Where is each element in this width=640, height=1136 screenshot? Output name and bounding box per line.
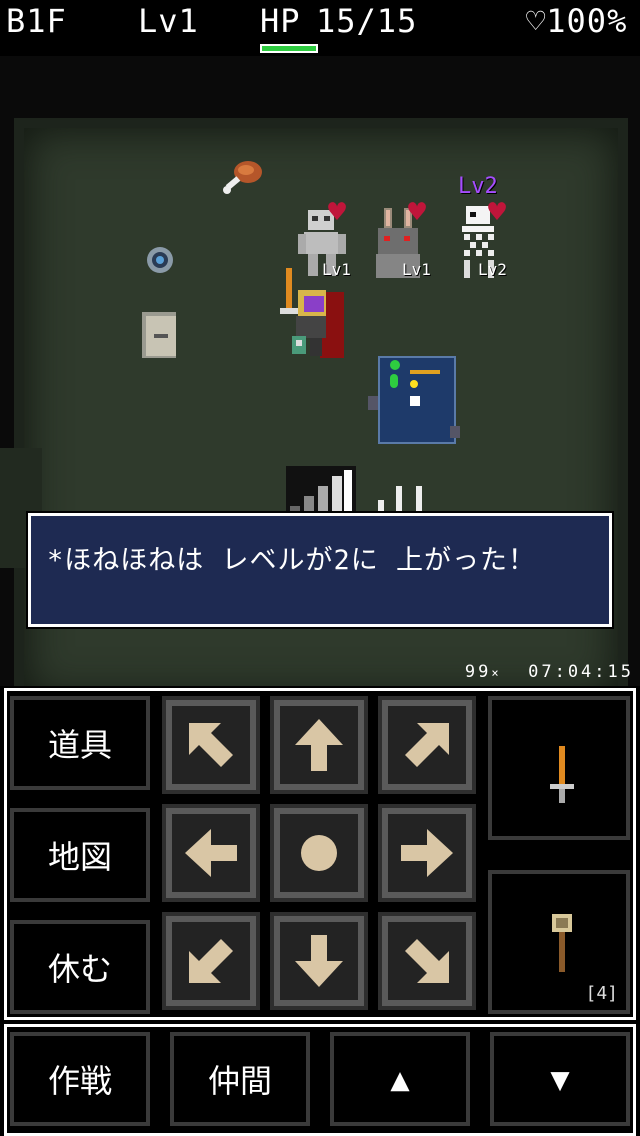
heart-icon: ♥ [328,195,347,230]
arrow-down-left-icon [189,939,233,983]
move-left-button[interactable] [162,804,260,902]
play-time: 07:04:15 [528,662,634,682]
status-bar: B1F Lv1 HP 15/15 ♡100% [0,0,640,44]
ring-item-icon[interactable] [140,240,180,280]
arrow-up-icon [295,719,343,771]
items-button[interactable]: 道具 [10,696,150,790]
move-up-right-button[interactable] [378,696,476,794]
item-counter: 99 [464,662,492,682]
arrow-left-icon [185,829,237,877]
scroll-item-icon[interactable] [136,308,184,364]
rest-button[interactable]: 休む [10,920,150,1014]
move-right-button[interactable] [378,804,476,902]
mini-map[interactable] [378,356,456,444]
arrow-down-right-icon [405,939,449,983]
control-panel: 道具 地図 休む [4] [0,686,640,1136]
strategy-button[interactable]: 作戦 [10,1032,150,1126]
item-slot[interactable]: [4] [488,870,630,1014]
heart-icon: ♥ [408,195,427,230]
meat-item-icon[interactable] [218,156,264,202]
scroll-up-button[interactable]: ▲ [330,1032,470,1126]
move-down-left-button[interactable] [162,912,260,1010]
move-down-right-button[interactable] [378,912,476,1010]
monster-level-tag: Lv1 [402,260,431,279]
arrow-down-icon [295,935,343,987]
player-level: Lv1 [138,2,199,40]
scroll-down-button[interactable]: ▼ [490,1032,630,1126]
hero-sprite[interactable] [274,264,350,360]
sword-icon [550,746,574,803]
heart-icon: ♥ [488,195,507,230]
arrow-right-icon [401,829,453,877]
triangle-down-icon: ▼ [550,1060,570,1098]
message-box: *ほねほねは レベルが2に 上がった！ [28,513,612,627]
floor-label: B1F [6,2,67,40]
counter-suffix: × [491,666,502,680]
move-up-left-button[interactable] [162,696,260,794]
hp-bar-fill [262,46,316,51]
move-down-button[interactable] [270,912,368,1010]
staff-icon [552,914,572,972]
arrow-up-left-icon [189,723,233,767]
hud-counter-time: 99× 07:04:15 [465,662,634,682]
happiness-value: ♡100% [526,2,628,40]
wait-button[interactable] [270,804,368,902]
hp-value: 15/15 [316,2,418,40]
weapon-slot[interactable] [488,696,630,840]
party-button[interactable]: 仲間 [170,1032,310,1126]
wait-dot-icon [301,835,337,871]
hp-label: HP [260,2,301,40]
hp-bar [260,44,318,53]
triangle-up-icon: ▲ [390,1060,410,1098]
item-count: [4] [585,983,618,1004]
map-button[interactable]: 地図 [10,808,150,902]
move-up-button[interactable] [270,696,368,794]
message-text: *ほねほねは レベルが2に 上がった！ [47,545,537,576]
arrow-up-right-icon [405,723,449,767]
monster-level-tag: Lv2 [478,260,507,279]
